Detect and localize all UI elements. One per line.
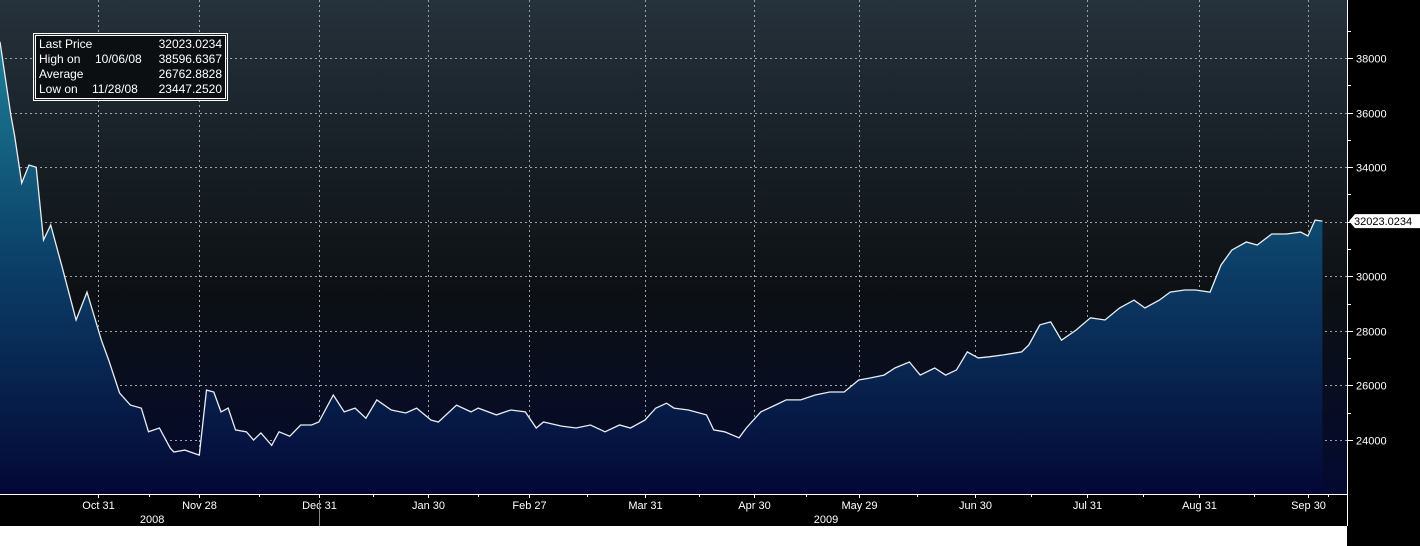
x-tick-label: Jan 30: [412, 500, 445, 512]
year-label: 2008: [140, 514, 164, 526]
y-tick-label: 38000: [1356, 54, 1387, 66]
y-tick-label: 30000: [1356, 272, 1387, 284]
legend-row-high: High on 10/06/08 38596.6367: [39, 52, 222, 67]
legend-value: 38596.6367: [158, 52, 222, 66]
legend-value: 23447.2520: [158, 82, 222, 96]
x-tick-label: Aug 31: [1182, 500, 1217, 512]
legend-label: Low on: [39, 82, 78, 96]
legend-date: 10/06/08: [95, 52, 142, 66]
x-tick-label: Oct 31: [82, 500, 114, 512]
legend-row-low: Low on 11/28/08 23447.2520: [39, 82, 222, 97]
last-price-tag: 32023.0234: [1349, 214, 1420, 229]
legend-date: 11/28/08: [92, 82, 138, 96]
y-tick-label: 28000: [1356, 327, 1387, 339]
x-tick-label: Mar 31: [628, 500, 662, 512]
legend-row-last: Last Price 32023.0234: [39, 37, 222, 52]
x-tick-label: Apr 30: [738, 500, 770, 512]
legend-label: High on: [39, 52, 81, 66]
x-tick-label: Sep 30: [1291, 500, 1326, 512]
legend-value: 32023.0234: [158, 37, 222, 51]
legend-label: Last Price: [39, 37, 93, 51]
legend-value: 26762.8828: [158, 67, 222, 81]
price-legend: Last Price 32023.0234 High on 10/06/08 3859…: [33, 33, 228, 101]
x-tick-label: Jun 30: [959, 500, 992, 512]
y-tick-label: 36000: [1356, 109, 1387, 121]
y-tick-label: 34000: [1356, 163, 1387, 175]
y-tick-label: 26000: [1356, 381, 1387, 393]
y-tick-label: 24000: [1356, 436, 1387, 448]
legend-label: Average: [39, 67, 84, 81]
last-price-tag-text: 32023.0234: [1354, 216, 1412, 228]
x-tick-label: Jul 31: [1073, 500, 1102, 512]
x-tick-label: Nov 28: [182, 500, 217, 512]
legend-row-average: Average 26762.8828: [39, 67, 222, 82]
year-label: 2009: [814, 514, 838, 526]
x-tick-label: May 29: [841, 500, 877, 512]
x-tick-label: Feb 27: [512, 500, 546, 512]
